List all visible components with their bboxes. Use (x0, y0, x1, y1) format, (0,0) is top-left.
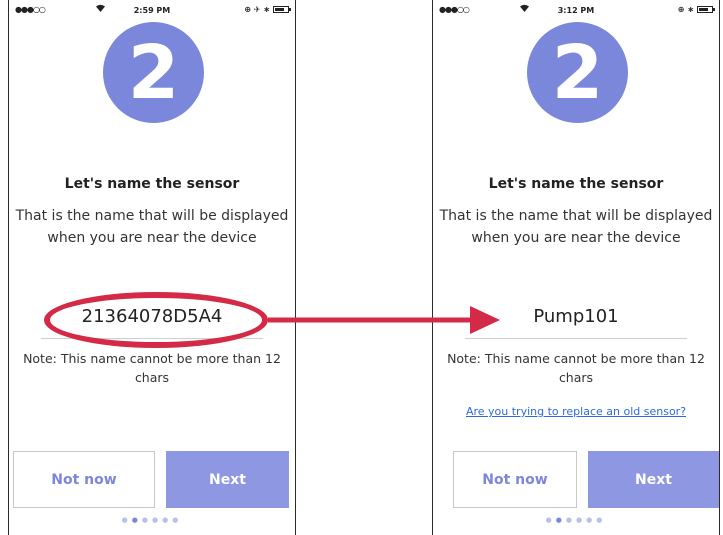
arrow-right-icon (268, 306, 500, 334)
